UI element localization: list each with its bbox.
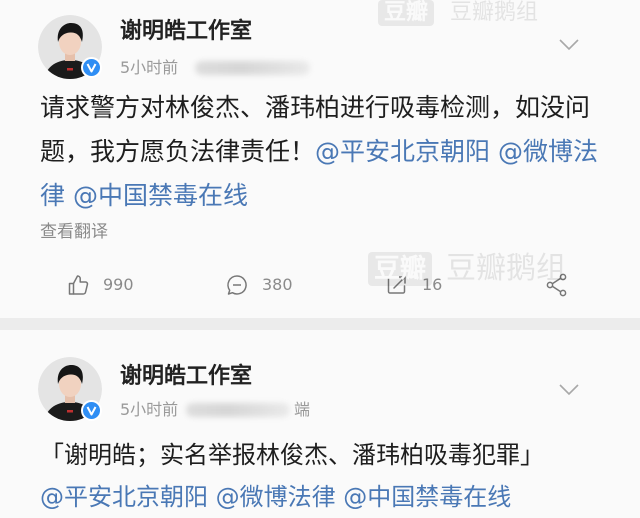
post-text: 请求警方对林俊杰、潘玮柏进行吸毒检测，如没问题，我方愿负法律责任！@平安北京朝阳… [40, 86, 606, 218]
like-button[interactable]: 990 [66, 272, 134, 298]
post-time[interactable]: 5小时前 [120, 400, 178, 420]
mention-link[interactable]: @平安北京朝阳 [315, 137, 490, 166]
repost-button[interactable]: 16 [385, 272, 442, 298]
translate-link[interactable]: 查看翻译 [40, 221, 108, 243]
comment-count: 380 [262, 275, 293, 294]
share-button[interactable] [544, 272, 570, 298]
like-count: 990 [103, 275, 134, 294]
post-source-tail: 端 [294, 400, 311, 419]
author-name[interactable]: 谢明皓工作室 [120, 19, 252, 45]
blurred-source [186, 403, 290, 417]
post-text: 「谢明皓；实名举报林俊杰、潘玮柏吸毒犯罪」 @平安北京朝阳 @微博法律 @中国禁毒… [40, 434, 606, 518]
chevron-down-icon[interactable] [557, 38, 581, 52]
author-name[interactable]: 谢明皓工作室 [120, 364, 252, 390]
post-body: 「谢明皓；实名举报林俊杰、潘玮柏吸毒犯罪」 [40, 441, 544, 469]
share-icon [544, 272, 570, 298]
chevron-down-icon[interactable] [557, 383, 581, 397]
feed-post: 谢明皓工作室 5小时前 请求警方对林俊杰、潘玮柏进行吸毒检测，如没问题，我方愿负… [0, 0, 640, 318]
verified-badge-icon [81, 400, 102, 421]
verified-badge-icon [81, 57, 102, 78]
thumbs-up-icon [66, 273, 90, 297]
watermark-text: 豆瓣鹅组 [450, 0, 539, 25]
blurred-source [195, 61, 310, 75]
mention-link[interactable]: @微博法律 [216, 483, 336, 511]
repost-count: 16 [422, 275, 443, 294]
repost-icon [385, 273, 409, 297]
watermark: 豆瓣 豆瓣鹅组 [378, 0, 538, 26]
comment-icon [225, 273, 249, 297]
mention-link[interactable]: @平安北京朝阳 [40, 483, 208, 511]
post-time[interactable]: 5小时前 [120, 58, 178, 78]
post-divider [0, 318, 640, 330]
watermark-box: 豆瓣 [378, 0, 435, 26]
comment-button[interactable]: 380 [225, 272, 293, 298]
feed-post: 谢明皓工作室 5小时前 端 「谢明皓；实名举报林俊杰、潘玮柏吸毒犯罪」 @平安北京… [0, 330, 640, 518]
mention-link[interactable]: @中国禁毒在线 [73, 181, 248, 210]
mention-link[interactable]: @中国禁毒在线 [343, 483, 511, 511]
